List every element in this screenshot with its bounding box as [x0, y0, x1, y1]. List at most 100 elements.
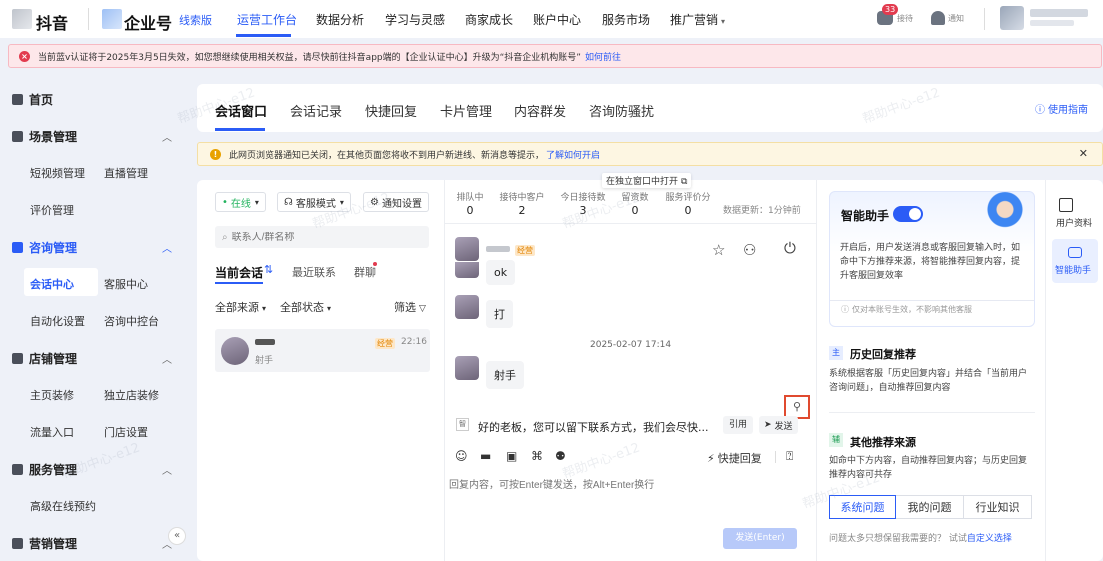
sidebar-item-reviews[interactable]: 评价管理 [30, 202, 74, 218]
custom-select-link[interactable]: 自定义选择 [967, 534, 1012, 544]
seg-system-questions[interactable]: 系统问题 [829, 495, 896, 519]
close-icon[interactable]: ✕ [1079, 147, 1088, 160]
folder-icon[interactable]: ▬ [480, 449, 491, 463]
stat-rating: 服务评价分 0 [664, 190, 712, 217]
send-button[interactable]: 发送(Enter) [723, 528, 797, 549]
tab-broadcast[interactable]: 内容群发 [514, 101, 566, 120]
chevron-up-icon[interactable]: ︿ [162, 351, 172, 366]
gear-icon: ⚙ [370, 196, 379, 208]
msg-avatar [455, 262, 479, 278]
sidebar-home[interactable]: 首页 [12, 91, 53, 108]
open-independent-window[interactable]: 在独立窗口中打开 ⧉ [602, 173, 692, 188]
chevron-up-icon[interactable]: ︿ [162, 129, 172, 144]
nav-learning[interactable]: 学习与灵感 [385, 11, 445, 28]
sidebar-group-consult[interactable]: 咨询管理 [12, 239, 77, 256]
rail-assistant-active[interactable]: 智能助手 [1052, 239, 1098, 283]
rail-user-profile[interactable]: 用户资料 [1056, 216, 1092, 229]
link-icon[interactable]: ⌘ [531, 449, 543, 463]
sort-icon[interactable]: ⇅ [264, 263, 273, 276]
status-dropdown[interactable]: • 在线 ▾ [215, 192, 266, 212]
source-filter[interactable]: 全部来源 ▾ [215, 299, 266, 315]
sidebar-group-marketing[interactable]: 营销管理 [12, 535, 77, 552]
tab-card-manage[interactable]: 卡片管理 [440, 101, 492, 120]
sidebar-item-live[interactable]: 直播管理 [104, 165, 148, 181]
card-icon[interactable]: ▣ [506, 449, 517, 463]
power-icon[interactable]: ⏻ [784, 239, 796, 257]
account-sub-redacted [1030, 20, 1074, 26]
nav-promotion[interactable]: 推广营销 ▾ [670, 11, 725, 28]
nav-data-analysis[interactable]: 数据分析 [316, 11, 364, 28]
account-avatar[interactable] [1000, 6, 1024, 30]
status-filter[interactable]: 全部状态 ▾ [280, 299, 331, 315]
sidebar-group-label: 店铺管理 [29, 352, 78, 366]
panel-divider [444, 180, 445, 561]
seg-industry-knowledge[interactable]: 行业知识 [964, 495, 1032, 519]
emoji-icon[interactable]: ☺ [455, 449, 468, 463]
filter-icon: ▽ [419, 304, 426, 314]
sidebar-group-scene[interactable]: 场景管理 [12, 128, 77, 145]
collapse-sidebar-icon[interactable]: « [168, 527, 186, 545]
history-desc: 系统根据客服「历史回复内容」并结合「当前用户咨询问题」，自动推荐回复内容 [829, 369, 1028, 393]
send-suggest-button[interactable]: ➤ 发送 [759, 416, 798, 434]
bell-icon[interactable] [931, 11, 945, 25]
suggested-reply[interactable]: 好的老板，您可以留下联系方式，我们会尽快... [478, 419, 709, 435]
nav-merchant-growth[interactable]: 商家成长 [465, 11, 513, 28]
sidebar-item-traffic[interactable]: 流量入口 [30, 424, 74, 440]
open-window-label: 在独立窗口中打开 [606, 177, 679, 187]
mode-label: 客服模式 [295, 198, 336, 210]
scene-icon [12, 131, 23, 142]
notify-settings-label: 通知设置 [381, 198, 422, 210]
tab-chat-window[interactable]: 会话窗口 [215, 101, 267, 120]
sidebar-item-consult-console[interactable]: 咨询中控台 [104, 313, 159, 329]
sidebar-item-cs-center[interactable]: 客服中心 [104, 276, 148, 292]
toggle-knob [909, 208, 921, 220]
sidebar-group-service[interactable]: 服务管理 [12, 461, 77, 478]
tab-current-chats[interactable]: 当前会话 [215, 264, 263, 281]
sidebar-item-automation[interactable]: 自动化设置 [30, 313, 85, 329]
sidebar-item-chat-center[interactable]: 会话中心 [30, 276, 74, 292]
conversation-item[interactable]: 经营 22:16 射手 [215, 329, 430, 372]
quote-button[interactable]: 引用 [723, 416, 753, 434]
tab-group-chat[interactable]: 群聊 [354, 264, 376, 280]
info-icon: ⓘ [841, 305, 849, 314]
sidebar-item-booking[interactable]: 高级在线预约 [30, 498, 96, 514]
assistant-toggle[interactable] [893, 206, 923, 222]
star-icon[interactable]: ☆ [712, 241, 725, 259]
nav-service-market[interactable]: 服务市场 [602, 11, 650, 28]
guide-link[interactable]: ⓘ 使用指南 [1035, 101, 1088, 116]
stat-value: 3 [579, 204, 587, 217]
quick-reply-button[interactable]: ⚡ 快捷回复 [707, 450, 762, 466]
source-filter-label: 全部来源 [215, 301, 259, 314]
warning-link[interactable]: 了解如何开启 [546, 148, 600, 161]
tab-anti-harass[interactable]: 咨询防骚扰 [589, 101, 654, 120]
contact-search-input[interactable] [231, 231, 412, 243]
filter-button[interactable]: 筛选 ▽ [394, 299, 426, 315]
conv-time: 22:16 [401, 337, 427, 347]
tab-recent-contacts[interactable]: 最近联系 [292, 264, 336, 280]
sidebar-group-store[interactable]: 店铺管理 [12, 350, 77, 367]
nav-account-center[interactable]: 账户中心 [533, 11, 581, 28]
quick-reply-label: 快捷回复 [717, 452, 762, 465]
sidebar-item-home-decor[interactable]: 主页装修 [30, 387, 74, 403]
notify-settings-button[interactable]: ⚙ 通知设置 [363, 192, 429, 212]
tab-quick-reply[interactable]: 快捷回复 [365, 101, 417, 120]
sidebar-item-store-decor[interactable]: 独立店装修 [104, 387, 159, 403]
error-icon: × [19, 50, 30, 62]
alert-link[interactable]: 如何前往 [585, 50, 621, 63]
stats-divider [445, 223, 816, 224]
unread-dot [373, 262, 377, 266]
group-icon[interactable]: ⚉ [555, 449, 566, 463]
contact-search[interactable]: ⌕ [215, 226, 429, 248]
chevron-up-icon[interactable]: ︿ [162, 462, 172, 477]
seg-my-questions[interactable]: 我的问题 [896, 495, 964, 519]
mode-dropdown[interactable]: ☊ 客服模式 ▾ [277, 192, 351, 212]
sidebar-item-video[interactable]: 短视频管理 [30, 165, 85, 181]
nav-ops-workbench[interactable]: 运营工作台 [237, 11, 297, 28]
tab-chat-records[interactable]: 会话记录 [290, 101, 342, 120]
robot-icon[interactable]: ⍰ [786, 449, 793, 464]
sidebar-item-shop-settings[interactable]: 门店设置 [104, 424, 148, 440]
chevron-up-icon[interactable]: ︿ [162, 240, 172, 255]
user-profile-icon[interactable] [1059, 198, 1073, 212]
transfer-user-icon[interactable]: ⚇ [743, 241, 756, 259]
reply-input[interactable] [449, 476, 809, 524]
